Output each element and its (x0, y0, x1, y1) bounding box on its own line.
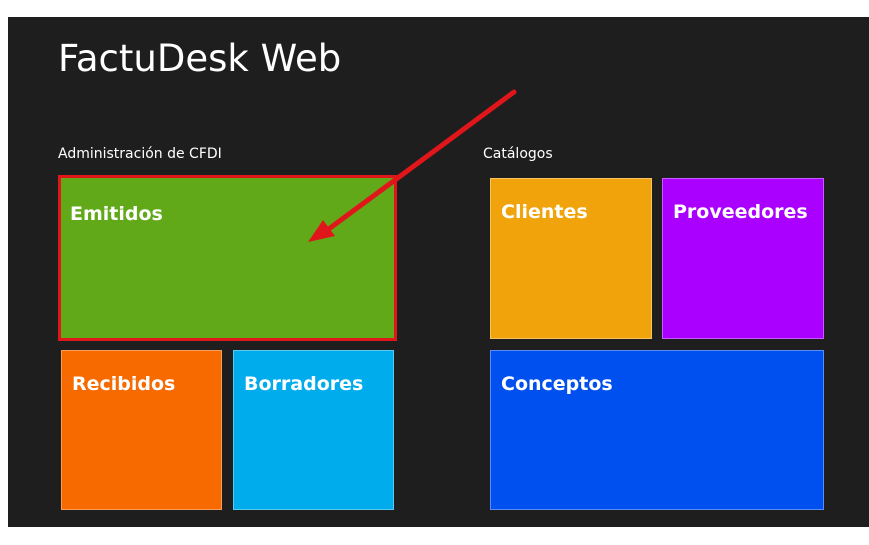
app-window: FactuDesk Web Administración de CFDI Cat… (8, 17, 869, 527)
section-label-catalogos: Catálogos (483, 146, 553, 162)
tile-clientes-label: Clientes (501, 201, 588, 223)
tile-conceptos-label: Conceptos (501, 373, 613, 395)
tile-clientes[interactable]: Clientes (490, 178, 652, 339)
tile-conceptos[interactable]: Conceptos (490, 350, 824, 510)
section-label-cfdi: Administración de CFDI (58, 146, 222, 162)
tile-borradores-label: Borradores (244, 373, 364, 395)
tile-proveedores[interactable]: Proveedores (662, 178, 824, 339)
app-title: FactuDesk Web (58, 37, 342, 80)
tile-recibidos-label: Recibidos (72, 373, 176, 395)
tile-recibidos[interactable]: Recibidos (61, 350, 222, 510)
tile-borradores[interactable]: Borradores (233, 350, 394, 510)
tile-emitidos[interactable]: Emitidos (58, 175, 397, 341)
tile-emitidos-label: Emitidos (70, 203, 163, 225)
tile-proveedores-label: Proveedores (673, 201, 808, 223)
